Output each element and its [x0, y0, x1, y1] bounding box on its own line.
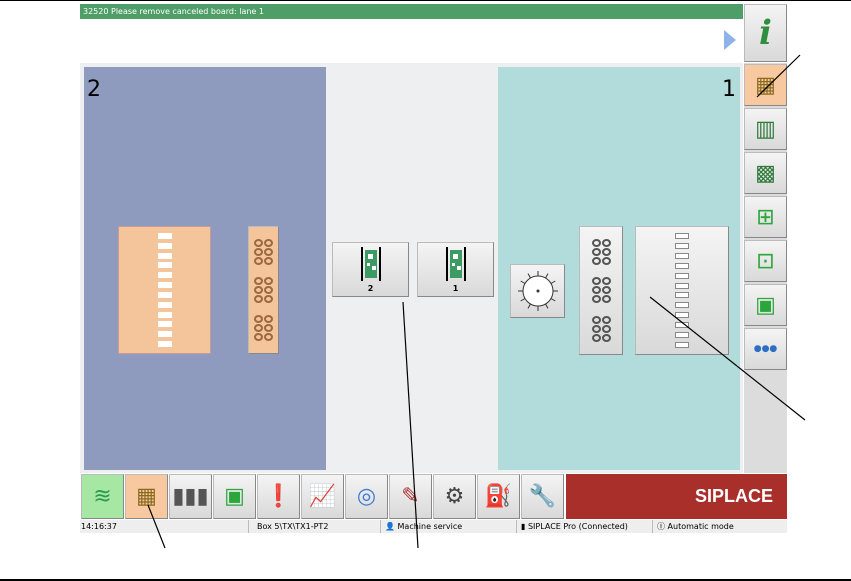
- annotation-line: [756, 54, 801, 98]
- annotation-line: [147, 504, 166, 549]
- annotation-line: [402, 301, 419, 549]
- annotation-line: [649, 296, 806, 421]
- annotation-lines: [147, 54, 806, 549]
